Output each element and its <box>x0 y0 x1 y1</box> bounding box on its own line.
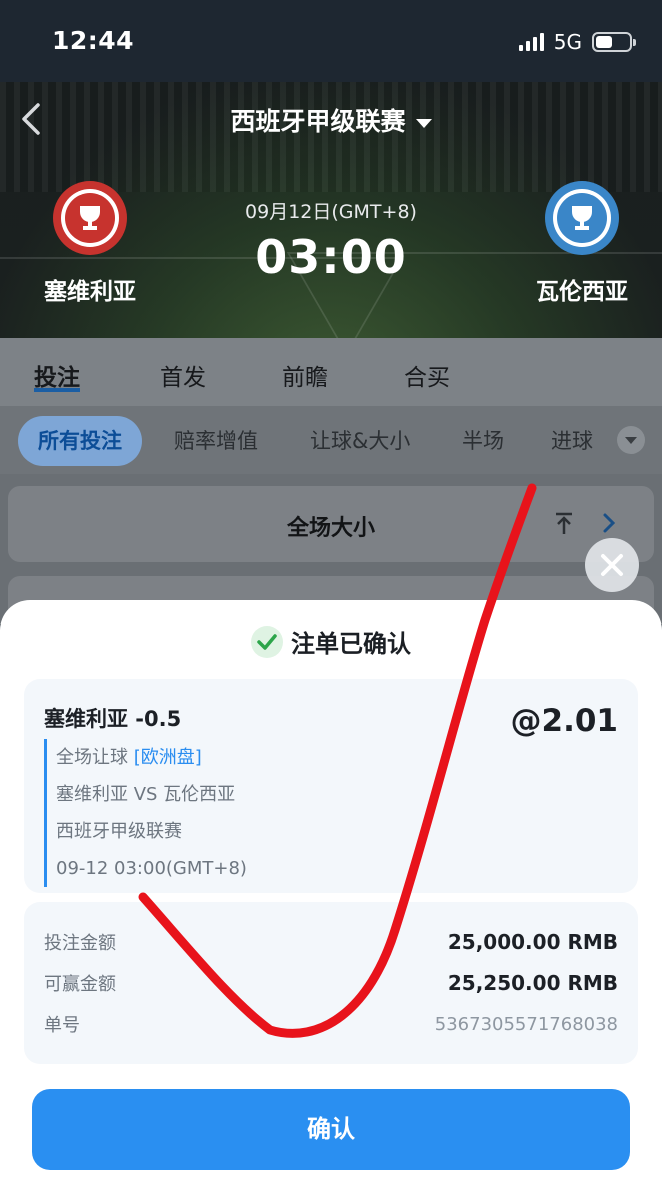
sheet-header: 注单已确认 <box>0 624 662 659</box>
filter-odds-boost[interactable]: 赔率增值 <box>174 416 258 466</box>
ticket-row: 单号 5367305571768038 <box>44 1004 618 1044</box>
match-header: 西班牙甲级联赛 塞维利亚 09月12日(GMT+8) 03:00 瓦伦西亚 <box>0 82 662 338</box>
bet-market-line: 全场让球 [欧洲盘] <box>56 739 247 776</box>
status-indicators: 5G <box>518 30 636 54</box>
filter-all-bets[interactable]: 所有投注 <box>18 416 142 466</box>
battery-icon <box>592 32 636 52</box>
chevron-down-icon <box>415 118 432 128</box>
stake-label: 投注金额 <box>44 933 116 954</box>
chevron-right-icon[interactable] <box>602 512 616 534</box>
close-icon <box>601 554 623 576</box>
sheet-title: 注单已确认 <box>291 630 411 658</box>
close-button[interactable] <box>585 538 639 592</box>
filter-more-icon[interactable] <box>617 426 645 454</box>
bet-confirmation-sheet: 注单已确认 塞维利亚 -0.5 @2.01 全场让球 [欧洲盘] 塞维利亚 VS… <box>0 600 662 1200</box>
away-team-name: 瓦伦西亚 <box>536 279 628 305</box>
away-team: 瓦伦西亚 <box>502 180 662 306</box>
status-bar: 12:44 5G <box>0 0 662 82</box>
win-value: 25,250.00 RMB <box>447 971 618 995</box>
win-label: 可赢金额 <box>44 974 116 995</box>
win-row: 可赢金额 25,250.00 RMB <box>44 963 618 1003</box>
check-circle-icon <box>251 625 283 658</box>
bet-market-type: [欧洲盘] <box>133 747 202 768</box>
stake-row: 投注金额 25,000.00 RMB <box>44 922 618 962</box>
filter-half-time[interactable]: 半场 <box>462 416 504 466</box>
status-time: 12:44 <box>52 26 135 55</box>
tab-lineup[interactable]: 首发 <box>160 338 206 392</box>
pin-to-top-icon[interactable] <box>554 512 574 536</box>
bet-datetime: 09-12 03:00(GMT+8) <box>56 858 247 879</box>
bet-summary-card: 塞维利亚 -0.5 @2.01 全场让球 [欧洲盘] 塞维利亚 VS 瓦伦西亚 … <box>24 679 638 893</box>
bet-matchup: 塞维利亚 VS 瓦伦西亚 <box>56 784 236 805</box>
tab-bet[interactable]: 投注 <box>34 338 80 392</box>
network-label: 5G <box>553 30 582 54</box>
filter-goals[interactable]: 进球 <box>551 416 593 466</box>
tab-group-buy[interactable]: 合买 <box>404 338 450 392</box>
league-selector[interactable]: 西班牙甲级联赛 <box>0 102 662 138</box>
league-title: 西班牙甲级联赛 <box>230 107 406 136</box>
bet-odds: @2.01 <box>510 703 619 739</box>
bet-details: 全场让球 [欧洲盘] 塞维利亚 VS 瓦伦西亚 西班牙甲级联赛 09-12 03… <box>44 739 247 887</box>
filter-handicap-total[interactable]: 让球&大小 <box>310 416 410 466</box>
bet-amount-card: 投注金额 25,000.00 RMB 可赢金额 25,250.00 RMB 单号… <box>24 902 638 1064</box>
signal-icon <box>518 33 544 51</box>
tab-preview[interactable]: 前瞻 <box>282 338 328 392</box>
confirm-button[interactable]: 确认 <box>32 1089 630 1170</box>
away-team-crest-icon <box>545 181 619 255</box>
main-tabs: 投注 首发 前瞻 合买 <box>0 338 662 406</box>
ticket-label: 单号 <box>44 1015 80 1036</box>
bet-league: 西班牙甲级联赛 <box>56 821 182 842</box>
bet-market: 全场让球 <box>56 747 128 768</box>
stake-value: 25,000.00 RMB <box>447 930 618 954</box>
market-card[interactable]: 全场大小 <box>8 486 654 562</box>
ticket-number: 5367305571768038 <box>434 1013 618 1035</box>
bet-filters: 所有投注 赔率增值 让球&大小 半场 进球 <box>0 406 662 474</box>
bet-selection: 塞维利亚 -0.5 <box>44 707 182 731</box>
